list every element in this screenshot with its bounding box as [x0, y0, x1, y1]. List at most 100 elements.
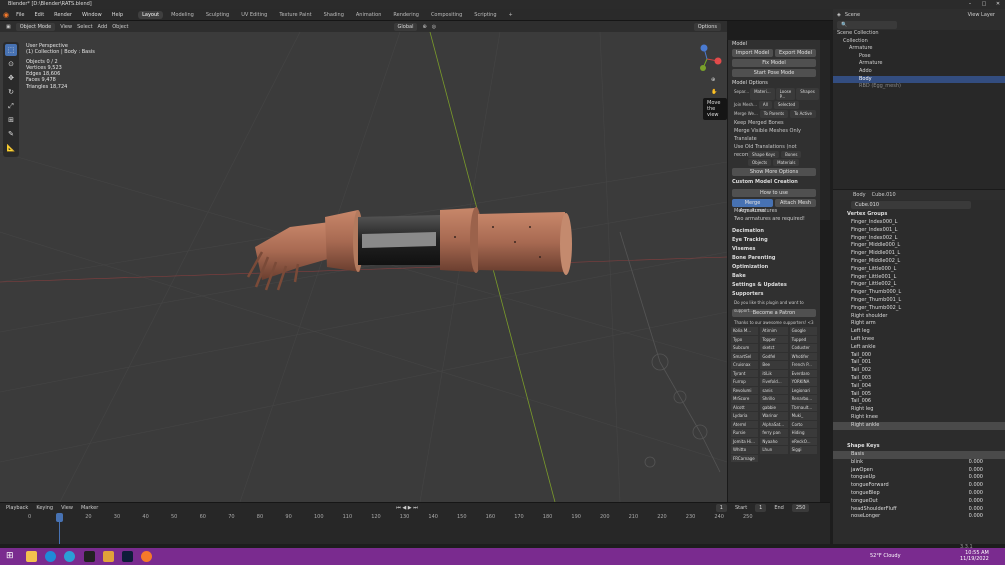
vertex-group-item[interactable]: Finger_Middle002_L	[833, 258, 1005, 266]
section-settings[interactable]: Settings & Updates	[728, 281, 820, 290]
steam-icon[interactable]	[84, 551, 95, 562]
shape-key-value[interactable]: 0.000	[959, 459, 983, 467]
minimize-icon[interactable]: –	[963, 0, 977, 9]
tab-uv-editing[interactable]: UV Editing	[237, 11, 271, 19]
vertex-group-item[interactable]: Tail_003	[833, 375, 1005, 383]
menu-file[interactable]: File	[13, 11, 27, 19]
supporter-item[interactable]: Tbrnault...	[789, 403, 817, 411]
folder-icon[interactable]	[26, 551, 37, 562]
supporter-item[interactable]: Subcum	[731, 344, 759, 352]
translate-shapekeys-button[interactable]: Shape Keys	[748, 151, 780, 158]
view-menu[interactable]: View	[61, 505, 73, 511]
vertex-group-item[interactable]: Tail_004	[833, 383, 1005, 391]
vertex-group-item[interactable]: Finger_Index001_L	[833, 227, 1005, 235]
view-layer-name[interactable]: View Layer	[968, 12, 995, 18]
section-visemes[interactable]: Visemes	[728, 245, 820, 254]
weather-label[interactable]: 52°F Cloudy	[870, 553, 901, 559]
supporter-item[interactable]: Whitto	[731, 446, 759, 454]
section-custom-model[interactable]: Custom Model Creation	[728, 178, 820, 187]
supporter-item[interactable]: Warinar	[760, 412, 788, 420]
tab-animation[interactable]: Animation	[352, 11, 386, 19]
supporter-item[interactable]: Shrillo	[760, 395, 788, 403]
menu-select[interactable]: Select	[77, 24, 92, 30]
vertex-group-item[interactable]: Right ankle	[833, 421, 1005, 430]
vertex-group-item[interactable]: Left knee	[833, 336, 1005, 344]
vertex-group-item[interactable]: Tail_000	[833, 352, 1005, 360]
tab-shading[interactable]: Shading	[320, 11, 348, 19]
outliner-collection[interactable]: Collection	[833, 38, 1005, 46]
supporter-item[interactable]: FRCarnage	[731, 454, 759, 462]
add-workspace-icon[interactable]: +	[505, 11, 517, 19]
vertex-group-item[interactable]: Finger_Index000_L	[833, 219, 1005, 227]
vertex-group-item[interactable]: Finger_Little000_L	[833, 266, 1005, 274]
section-eye-tracking[interactable]: Eye Tracking	[728, 236, 820, 245]
maximize-icon[interactable]: □	[977, 0, 991, 9]
supporter-item[interactable]: Everdaro	[789, 369, 817, 377]
section-model-options[interactable]: Model Options	[728, 79, 820, 88]
measure-tool-icon[interactable]: 📐	[5, 142, 17, 154]
hand-icon[interactable]: ✋	[711, 89, 717, 95]
section-model[interactable]: Model	[728, 40, 820, 49]
clock[interactable]: 10:55 AM 11/19/2022	[960, 550, 989, 562]
outliner-search-input[interactable]: 🔍	[837, 21, 897, 29]
supporter-item[interactable]: Legionari	[789, 386, 817, 394]
outliner-body[interactable]: Body	[833, 75, 1005, 84]
old-translations-checkbox[interactable]: Use Old Translations (not recommended)	[728, 143, 820, 158]
merge-visible-checkbox[interactable]: Merge Visible Meshes Only	[728, 127, 820, 135]
vertex-group-item[interactable]: Finger_Thumb002_L	[833, 305, 1005, 313]
shape-key-value[interactable]	[959, 451, 983, 459]
orientation-select[interactable]: Global	[393, 22, 418, 31]
supporter-item[interactable]: Revolumi	[731, 386, 759, 394]
supporter-item[interactable]: sketct	[760, 344, 788, 352]
vertex-group-item[interactable]: Right leg	[833, 406, 1005, 414]
start-frame-field[interactable]: 1	[755, 503, 767, 512]
mode-select[interactable]: Object Mode	[15, 22, 56, 31]
arm-model[interactable]	[246, 207, 572, 291]
tab-modeling[interactable]: Modeling	[167, 11, 198, 19]
close-icon[interactable]: ✕	[991, 0, 1005, 9]
photoshop-icon[interactable]	[122, 551, 133, 562]
options-dropdown[interactable]: Options	[693, 22, 721, 31]
how-to-use-button[interactable]: How to use	[732, 189, 816, 197]
supporter-item[interactable]: Whotifer	[789, 352, 817, 360]
tab-compositing[interactable]: Compositing	[427, 11, 466, 19]
shape-key-item[interactable]: tongueOut 0.000	[833, 498, 1005, 506]
shape-key-value[interactable]: 0.000	[959, 490, 983, 498]
navigation-gizmo[interactable]	[690, 42, 724, 76]
supporter-item[interactable]: Muki_	[789, 412, 817, 420]
shape-keys-header[interactable]: Shape Keys	[833, 442, 1005, 451]
section-supporters[interactable]: Supporters	[728, 290, 820, 299]
zoom-icon[interactable]: ⊕	[711, 77, 715, 83]
playback-menu[interactable]: Playback	[6, 505, 28, 511]
tab-sculpting[interactable]: Sculpting	[202, 11, 233, 19]
menu-render[interactable]: Render	[51, 11, 75, 19]
scale-tool-icon[interactable]: ⤢	[5, 100, 17, 112]
shape-key-value[interactable]: 0.000	[959, 513, 983, 521]
mesh-data-field[interactable]: Cube.010	[851, 201, 971, 209]
separate-loose-button[interactable]: Loose P...	[775, 88, 796, 100]
tab-scripting[interactable]: Scripting	[470, 11, 500, 19]
shape-key-value[interactable]: 0.000	[959, 474, 983, 482]
scene-name[interactable]: Scene	[845, 12, 860, 18]
vertex-group-item[interactable]: Finger_Middle001_L	[833, 250, 1005, 258]
shape-key-item[interactable]: blink 0.000	[833, 459, 1005, 467]
section-bone-parenting[interactable]: Bone Parenting	[728, 254, 820, 263]
outliner-armature[interactable]: Armature	[833, 45, 1005, 53]
translate-bones-button[interactable]: Bones	[781, 151, 802, 158]
supporter-item[interactable]: Cruisnax	[731, 361, 759, 369]
vertex-group-item[interactable]: Tail_005	[833, 391, 1005, 399]
section-optimization[interactable]: Optimization	[728, 263, 820, 272]
supporter-item[interactable]: Jomita Hi...	[731, 437, 759, 445]
blender-logo-icon[interactable]: ◉	[3, 11, 9, 19]
supporter-item[interactable]: YORKINA	[789, 378, 817, 386]
to-active-button[interactable]: To Active	[790, 110, 816, 118]
supporter-item[interactable]: Hiding	[789, 429, 817, 437]
supporter-item[interactable]: Corto	[789, 420, 817, 428]
blender-taskbar-icon[interactable]	[141, 551, 152, 562]
tab-rendering[interactable]: Rendering	[389, 11, 423, 19]
timeline-ruler[interactable]: 0102030405060708090100110120130140150160…	[0, 512, 830, 522]
cursor-tool-icon[interactable]: ⊙	[5, 58, 17, 70]
section-bake[interactable]: Bake	[728, 272, 820, 281]
playback-controls-icon[interactable]: ⏮ ◀ ▶ ⏭	[396, 505, 417, 511]
supporter-item[interactable]: AlphaSat...	[760, 420, 788, 428]
